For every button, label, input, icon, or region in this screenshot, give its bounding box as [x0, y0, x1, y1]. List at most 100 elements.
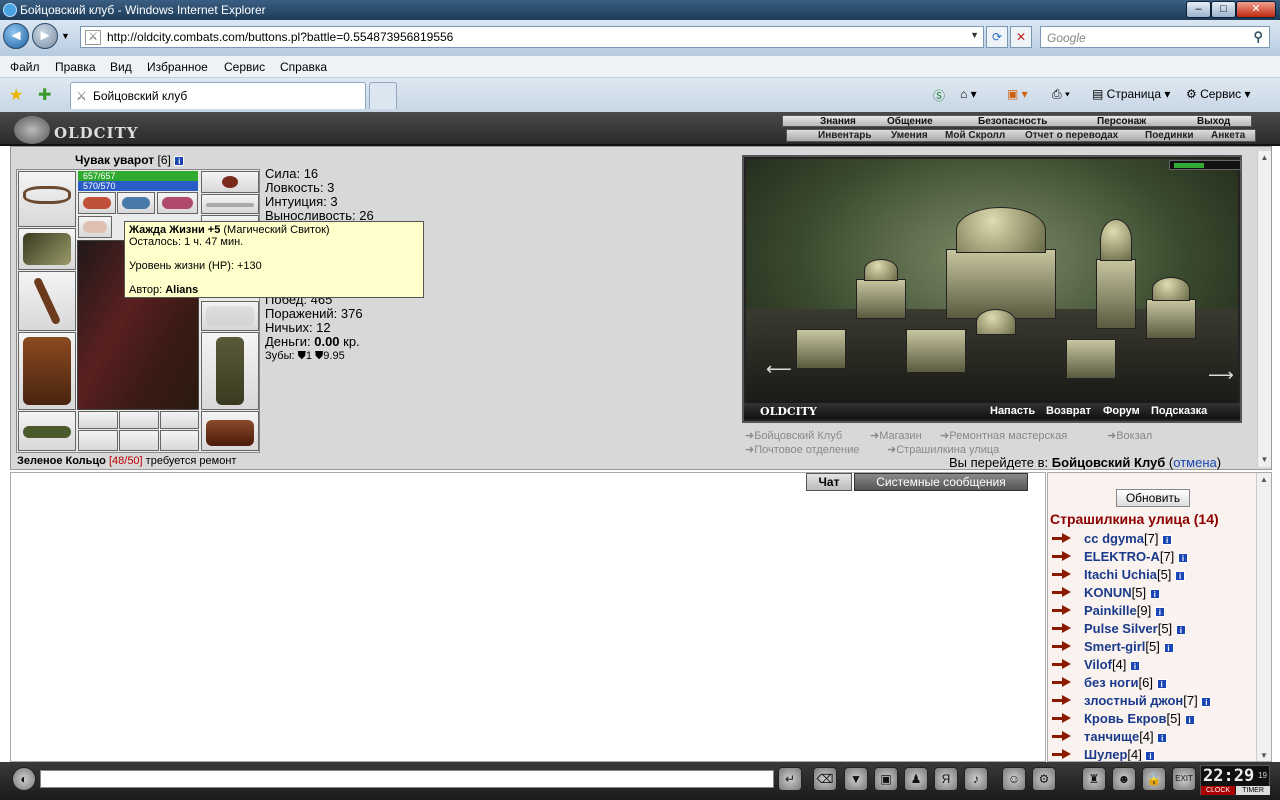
- bag-icon[interactable]: ♜: [1082, 767, 1106, 791]
- boots-slot[interactable]: [201, 411, 259, 451]
- private-message-icon[interactable]: [1052, 623, 1074, 635]
- tab-system-messages[interactable]: Системные сообщения: [854, 473, 1028, 491]
- location-link-station[interactable]: ➜ Вокзал: [1107, 429, 1152, 443]
- page-menu[interactable]: ▤ Страница ▾: [1092, 87, 1170, 101]
- refresh-icon[interactable]: ⟳: [986, 26, 1008, 48]
- user-name[interactable]: Vilof[4] i: [1084, 657, 1141, 672]
- settings-icon[interactable]: ⚙: [1032, 767, 1056, 791]
- helmet-slot[interactable]: [18, 171, 76, 227]
- street-building[interactable]: [1066, 339, 1116, 379]
- refresh-button[interactable]: Обновить: [1116, 489, 1190, 507]
- search-icon[interactable]: ⚲: [1253, 29, 1263, 45]
- chat-log[interactable]: Чат Системные сообщения: [10, 472, 1046, 762]
- main-scrollbar[interactable]: ▲ ▼: [1257, 151, 1271, 467]
- user-name[interactable]: злостный джон[7] i: [1084, 693, 1212, 708]
- user-info-icon[interactable]: i: [1177, 552, 1188, 563]
- scroll-slot-1[interactable]: [78, 192, 116, 214]
- print-icon[interactable]: ⎙ ▾: [1052, 87, 1070, 102]
- scroll-down-icon[interactable]: ▼: [1257, 749, 1271, 761]
- user-name[interactable]: Smert-girl[5] i: [1084, 639, 1174, 654]
- sub-menu-my-scroll[interactable]: Мой Скролл: [945, 130, 1005, 141]
- rune-slot-2[interactable]: [119, 411, 159, 429]
- address-dropdown-icon[interactable]: ▼: [970, 30, 979, 40]
- sub-menu-battles[interactable]: Поединки: [1145, 130, 1194, 141]
- favorites-star-icon[interactable]: ★: [9, 85, 23, 105]
- repair-building[interactable]: [906, 329, 966, 373]
- earrings-slot[interactable]: [201, 171, 259, 193]
- gem-slot-2[interactable]: [119, 430, 159, 451]
- private-message-icon[interactable]: [1052, 605, 1074, 617]
- scene-right-arrow-icon[interactable]: ⟶: [1208, 365, 1234, 386]
- menu-favorites[interactable]: Избранное: [147, 60, 208, 74]
- shield-slot[interactable]: [201, 301, 259, 331]
- menu-help[interactable]: Справка: [280, 60, 327, 74]
- stop-icon[interactable]: ✕: [1010, 26, 1032, 48]
- user-name[interactable]: Pulse Silver[5] i: [1084, 621, 1186, 636]
- attack-button[interactable]: Напасть: [990, 405, 1035, 417]
- rune-slot-1[interactable]: [78, 411, 118, 429]
- amulet-slot[interactable]: [201, 194, 259, 214]
- feeds-icon[interactable]: ▣ ▾: [1007, 87, 1028, 101]
- sub-menu-profile[interactable]: Анкета: [1211, 130, 1245, 141]
- clear-icon[interactable]: ⌫: [813, 767, 837, 791]
- address-bar[interactable]: ⚔ http://oldcity.combats.com/buttons.pl?…: [80, 26, 984, 48]
- private-message-icon[interactable]: [1052, 659, 1074, 671]
- private-message-icon[interactable]: [1052, 695, 1074, 707]
- top-menu-exit[interactable]: Выход: [1197, 116, 1230, 127]
- menu-tools[interactable]: Сервис: [224, 60, 265, 74]
- send-message-icon[interactable]: ↵: [778, 767, 802, 791]
- user-name[interactable]: ELEKTRO-A[7] i: [1084, 549, 1188, 564]
- pants-slot[interactable]: [201, 332, 259, 410]
- history-dropdown-icon[interactable]: ▼: [61, 31, 70, 41]
- gem-slot-1[interactable]: [78, 430, 118, 451]
- location-link-post[interactable]: ➜ Почтовое отделение: [745, 443, 859, 457]
- top-menu-communication[interactable]: Общение: [887, 116, 933, 127]
- private-message-icon[interactable]: [1052, 587, 1074, 599]
- close-window-button[interactable]: ✕: [1236, 1, 1276, 18]
- location-link-repair[interactable]: ➜ Ремонтная мастерская: [940, 429, 1067, 443]
- private-message-icon[interactable]: [1052, 641, 1074, 653]
- character-info-icon[interactable]: i: [174, 155, 185, 166]
- user-name[interactable]: без ноги[6] i: [1084, 675, 1167, 690]
- user-name[interactable]: cc dgyma[7] i: [1084, 531, 1173, 546]
- character-icon[interactable]: ☻: [1112, 767, 1136, 791]
- user-info-icon[interactable]: i: [1201, 696, 1212, 707]
- translit-icon[interactable]: Я: [934, 767, 958, 791]
- character-name[interactable]: Чувак уварот [6] i: [75, 153, 185, 167]
- user-name[interactable]: Шулер[4] i: [1084, 747, 1156, 761]
- user-name[interactable]: танчище[4] i: [1084, 729, 1168, 744]
- sub-menu-transfers[interactable]: Отчет о переводах: [1025, 130, 1118, 141]
- bracer-slot[interactable]: [18, 228, 76, 270]
- user-info-icon[interactable]: i: [1156, 678, 1167, 689]
- smiles-icon[interactable]: ☺: [1002, 767, 1026, 791]
- post-office-building[interactable]: [796, 329, 846, 369]
- skype-icon[interactable]: Ⓢ: [933, 87, 945, 104]
- forward-button[interactable]: ►: [32, 23, 58, 49]
- scene-left-arrow-icon[interactable]: ⟵: [766, 359, 792, 380]
- minimize-button[interactable]: –: [1186, 1, 1211, 18]
- new-tab-button[interactable]: [369, 82, 397, 109]
- belt-slot[interactable]: [18, 411, 76, 451]
- back-button[interactable]: ◄: [3, 23, 29, 49]
- menu-file[interactable]: Файл: [10, 60, 40, 74]
- clock-label[interactable]: CLOCK: [1201, 786, 1235, 795]
- timer-label[interactable]: TIMER: [1236, 786, 1270, 795]
- top-menu-knowledge[interactable]: Знания: [820, 116, 856, 127]
- top-menu-security[interactable]: Безопасность: [978, 116, 1047, 127]
- scroll-slot-2[interactable]: [117, 192, 155, 214]
- home-icon[interactable]: ⌂ ▾: [960, 87, 977, 101]
- cancel-link[interactable]: отмена: [1173, 455, 1216, 470]
- user-list-scrollbar[interactable]: ▲ ▼: [1256, 473, 1271, 761]
- filter-icon[interactable]: ▼: [844, 767, 868, 791]
- user-name[interactable]: Кровь Екров[5] i: [1084, 711, 1195, 726]
- user-info-icon[interactable]: i: [1145, 750, 1156, 761]
- scroll-up-icon[interactable]: ▲: [1258, 151, 1271, 165]
- tower-building[interactable]: [1096, 259, 1136, 329]
- exit-icon[interactable]: EXIT: [1172, 767, 1196, 791]
- save-log-icon[interactable]: ▣: [874, 767, 898, 791]
- location-link-fight-club[interactable]: ➜ Бойцовский Клуб: [745, 429, 842, 443]
- private-message-icon[interactable]: [1052, 749, 1074, 761]
- menu-view[interactable]: Вид: [110, 60, 132, 74]
- maximize-button[interactable]: □: [1211, 1, 1236, 18]
- scroll-up-icon[interactable]: ▲: [1257, 473, 1271, 487]
